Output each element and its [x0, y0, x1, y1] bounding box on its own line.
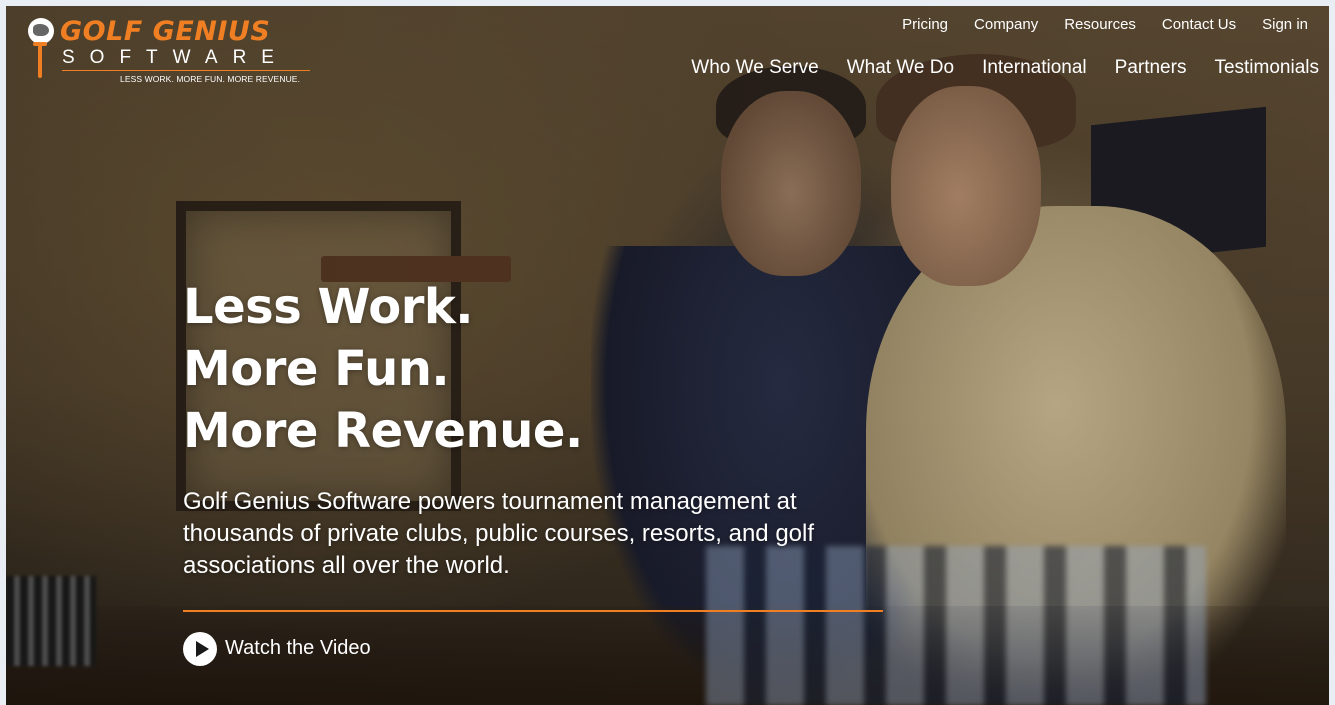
golf-ball-on-tee-icon — [28, 18, 54, 44]
hero-content: Less Work. More Fun. More Revenue. Golf … — [183, 276, 903, 666]
headline-line-1: Less Work. — [183, 279, 474, 335]
nav-link-company[interactable]: Company — [974, 16, 1038, 34]
logo-brand-text: GOLF GENIUS — [60, 16, 271, 47]
nav-link-what-we-do[interactable]: What We Do — [847, 57, 954, 79]
hero-description: Golf Genius Software powers tournament m… — [183, 488, 815, 579]
nav-link-resources[interactable]: Resources — [1064, 16, 1136, 34]
hero-divider — [183, 610, 883, 612]
site-logo[interactable]: GOLF GENIUS SOFTWARE LESS WORK. MORE FUN… — [26, 16, 316, 88]
utility-nav: Pricing Company Resources Contact Us Sig… — [902, 16, 1308, 34]
logo-tagline: LESS WORK. MORE FUN. MORE REVENUE. — [120, 74, 301, 84]
logo-rule — [62, 70, 310, 71]
hero-section: GOLF GENIUS SOFTWARE LESS WORK. MORE FUN… — [6, 6, 1329, 705]
nav-link-contact-us[interactable]: Contact Us — [1162, 16, 1236, 34]
nav-link-sign-in[interactable]: Sign in — [1262, 16, 1308, 34]
play-circle-icon — [183, 631, 217, 666]
watch-video-label: Watch the Video — [225, 637, 371, 659]
nav-link-international[interactable]: International — [982, 57, 1087, 79]
nav-link-who-we-serve[interactable]: Who We Serve — [691, 57, 818, 79]
headline-line-3: More Revenue. — [183, 403, 583, 459]
nav-link-testimonials[interactable]: Testimonials — [1214, 57, 1319, 79]
headline-line-2: More Fun. — [183, 341, 450, 397]
tee-icon — [33, 42, 47, 78]
nav-link-partners[interactable]: Partners — [1115, 57, 1187, 79]
main-nav: Who We Serve What We Do International Pa… — [691, 57, 1319, 79]
hero-headline: Less Work. More Fun. More Revenue. — [183, 276, 903, 462]
logo-sub-text: SOFTWARE — [62, 47, 289, 68]
nav-link-pricing[interactable]: Pricing — [902, 16, 948, 34]
watch-video-button[interactable]: Watch the Video — [183, 631, 903, 666]
